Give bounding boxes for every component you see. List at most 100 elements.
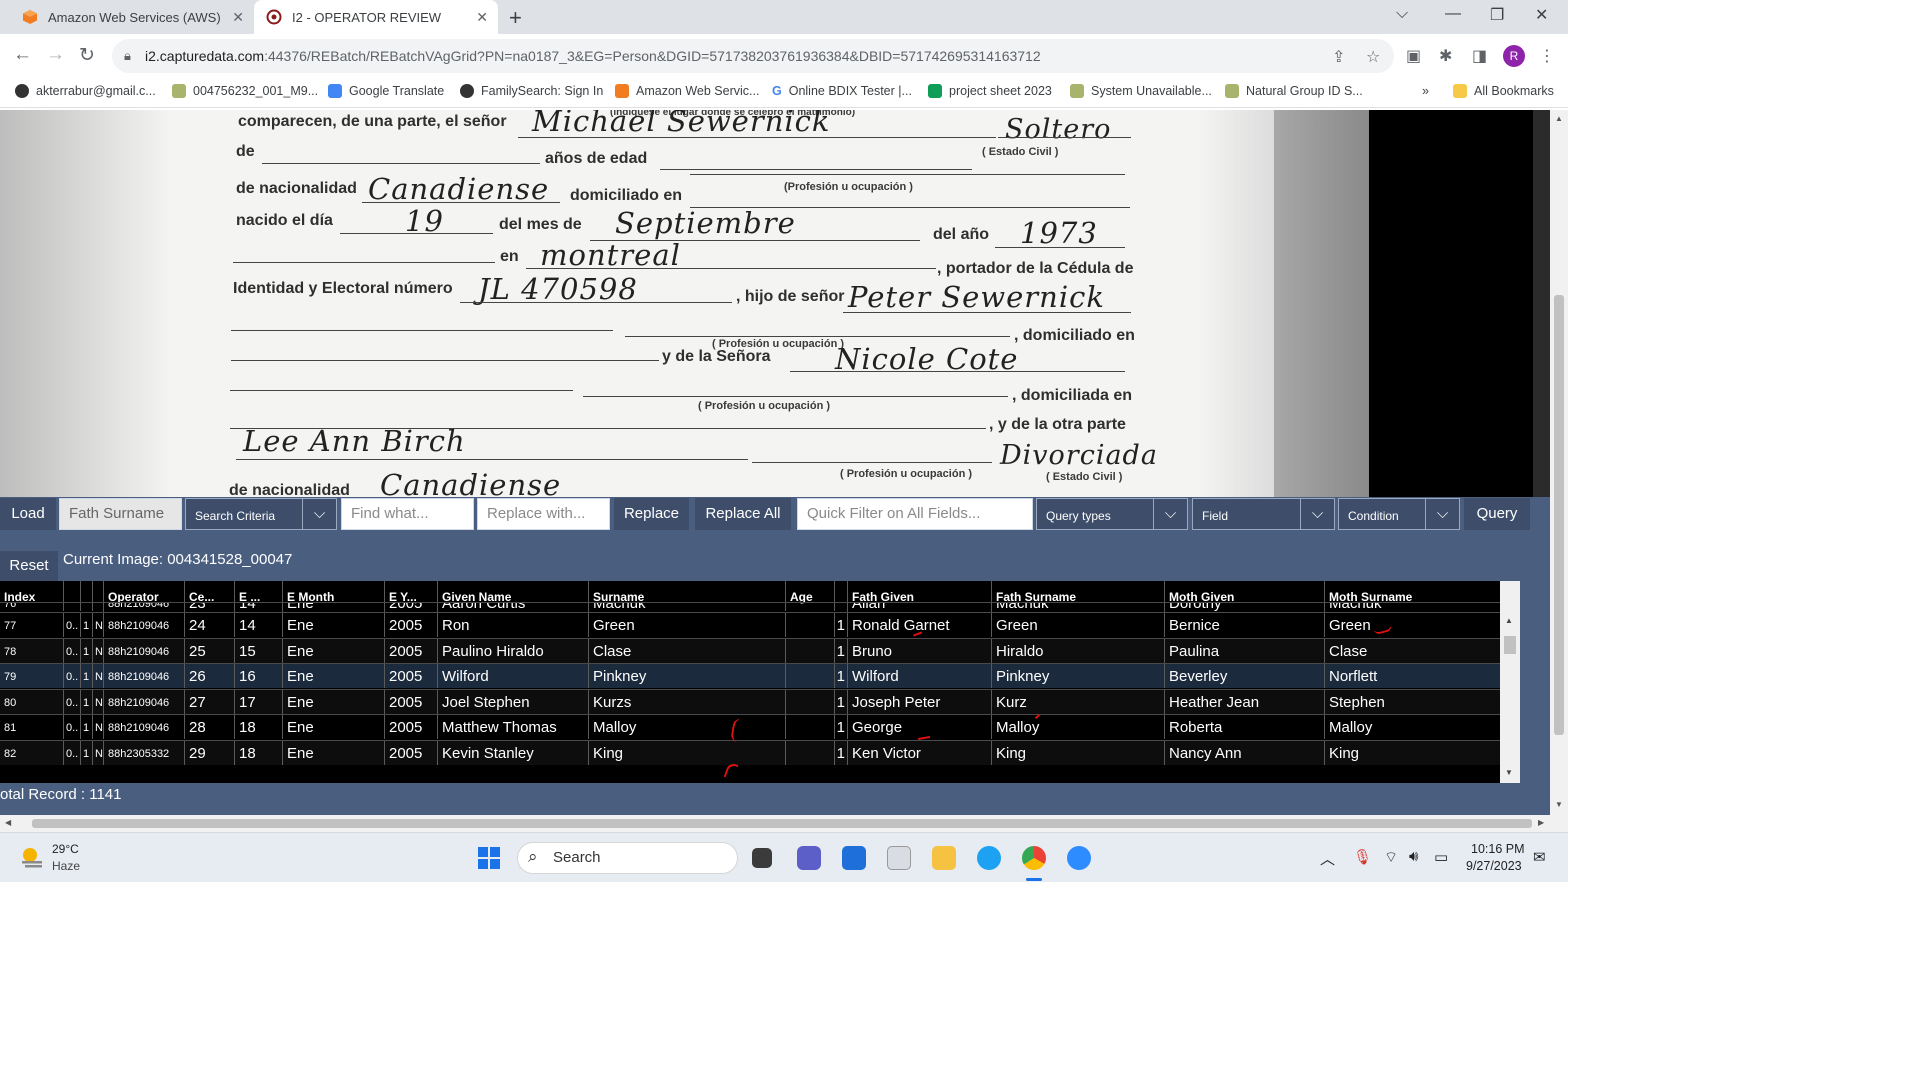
show-hidden-icons-chevron-icon[interactable]: ︿ — [1320, 848, 1335, 869]
cell-moth-surname[interactable]: Norflett — [1324, 664, 1488, 688]
cell-age[interactable] — [785, 689, 834, 714]
cell-col-c[interactable]: N — [92, 740, 103, 765]
cell-e-month[interactable]: Ene — [282, 664, 384, 688]
cell-moth-given[interactable]: Beverley — [1164, 664, 1324, 688]
close-tab-icon[interactable]: ✕ — [232, 9, 244, 26]
mail-icon[interactable] — [842, 846, 866, 870]
scroll-left-arrow-icon[interactable]: ◀ — [5, 818, 11, 827]
minimize-icon[interactable]: — — [1445, 5, 1461, 23]
back-arrow-icon[interactable]: ← — [13, 44, 32, 66]
table-row[interactable]: 80 0.. 1 N 88h2109046 27 17 Ene 2005 Joel Stephen… — [0, 688, 1500, 714]
cell-given-name[interactable]: Ron — [437, 613, 588, 637]
cell-surname[interactable]: King — [588, 740, 785, 765]
cell-col-a[interactable]: 0.. — [63, 715, 80, 739]
bookmark-item[interactable]: akterrabur@gmail.c... — [15, 84, 156, 98]
cell-moth-given[interactable]: Bernice — [1164, 613, 1324, 637]
bookmark-item[interactable]: Natural Group ID S... — [1225, 84, 1363, 98]
clock-time[interactable]: 10:16 PM — [1471, 842, 1525, 856]
cell-col-a[interactable]: 0.. — [63, 638, 80, 663]
cell-ce[interactable]: 28 — [184, 715, 234, 739]
more-bookmarks-chevron-icon[interactable]: » — [1422, 84, 1429, 98]
cell-col-a[interactable]: 0.. — [63, 613, 80, 637]
cell-flag[interactable]: 1 — [834, 664, 847, 688]
cell-surname[interactable]: Kurzs — [588, 689, 785, 714]
query-types-dropdown[interactable]: Query types ⌵ — [1036, 498, 1188, 530]
cell-e-month[interactable]: Ene — [282, 715, 384, 739]
bookmark-item[interactable]: FamilySearch: Sign In — [460, 84, 603, 98]
cell-moth-given[interactable]: Nancy Ann — [1164, 740, 1324, 765]
cell-index[interactable]: 79 — [0, 664, 63, 688]
tab-operator-review[interactable]: I2 - OPERATOR REVIEW ✕ — [254, 0, 498, 34]
bookmark-item[interactable]: Amazon Web Servic... — [615, 84, 759, 98]
cell-e-month[interactable]: Ene — [282, 613, 384, 637]
weather-haze-icon[interactable] — [18, 845, 46, 871]
cell-fath-given[interactable]: Bruno — [847, 638, 991, 663]
cell-e-day[interactable]: 18 — [234, 715, 282, 739]
share-icon[interactable]: ⇪ — [1332, 47, 1345, 67]
cell-col-b[interactable]: 1 — [80, 613, 92, 637]
cell-age[interactable] — [785, 613, 834, 637]
page-vertical-scrollbar[interactable]: ▲ ▼ — [1550, 110, 1568, 815]
scroll-right-arrow-icon[interactable]: ▶ — [1538, 818, 1544, 827]
cell-e-day[interactable]: 17 — [234, 689, 282, 714]
cell-e-year[interactable]: 2005 — [384, 664, 437, 688]
cell-ce[interactable]: 26 — [184, 664, 234, 688]
tab-search-chevron-icon[interactable]: ⌵ — [1396, 5, 1408, 23]
table-row[interactable]: 77 0.. 1 N 88h2109046 24 14 Ene 2005 Ron Green 1 Ron… — [0, 612, 1500, 637]
cell-e-month[interactable]: Ene — [282, 638, 384, 663]
cell-moth-surname[interactable]: Stephen — [1324, 689, 1488, 714]
cell-e-day[interactable]: 14 — [234, 613, 282, 637]
cell-e-day[interactable]: 18 — [234, 740, 282, 765]
cell-surname[interactable]: Green — [588, 613, 785, 637]
extension-app-icon[interactable]: ▣ — [1406, 46, 1421, 66]
condition-dropdown[interactable]: Condition ⌵ — [1338, 498, 1460, 530]
cell-index[interactable]: 80 — [0, 690, 63, 714]
all-bookmarks[interactable]: All Bookmarks — [1453, 84, 1554, 98]
cell-fath-surname[interactable]: Malloy — [991, 715, 1164, 739]
cell-surname[interactable]: Malloy — [588, 715, 785, 739]
bookmark-item[interactable]: Google Translate — [328, 84, 444, 98]
cell-surname[interactable]: Pinkney — [588, 664, 785, 688]
chrome-browser-icon[interactable] — [1022, 846, 1046, 870]
table-row[interactable]: 82 0.. 1 N 88h2305332 29 18 Ene 2005 Kevin Stanle… — [0, 739, 1500, 765]
app-icon[interactable] — [887, 846, 911, 870]
file-explorer-folder-icon[interactable] — [932, 846, 956, 870]
cell-moth-surname[interactable]: King — [1324, 740, 1488, 765]
cell-moth-given[interactable]: Roberta — [1164, 715, 1324, 739]
cell-age[interactable] — [785, 638, 834, 663]
cell-fath-surname[interactable]: Green — [991, 613, 1164, 637]
cell-flag[interactable]: 1 — [834, 638, 847, 663]
cell-age[interactable] — [785, 740, 834, 765]
query-button[interactable]: Query — [1464, 498, 1530, 530]
cell-moth-surname[interactable]: Malloy — [1324, 715, 1488, 739]
reset-button[interactable]: Reset — [0, 551, 58, 581]
cell-fath-given[interactable]: Ken Victor — [847, 740, 991, 765]
cell-operator[interactable]: 88h2305332 — [103, 740, 184, 765]
table-row[interactable]: 76 88h2109046 23 14 Ene 2005 Aaron Curti… — [0, 602, 1500, 612]
restore-icon[interactable]: ❐ — [1490, 5, 1504, 25]
table-row[interactable]: 79 0.. 1 N 88h2109046 26 16 Ene 2005 Wilford Pinkn… — [0, 663, 1500, 688]
cell-fath-surname[interactable]: Kurz — [991, 689, 1164, 714]
quick-filter-input[interactable]: Quick Filter on All Fields... — [797, 498, 1033, 530]
cell-e-year[interactable]: 2005 — [384, 715, 437, 739]
find-what-input[interactable]: Find what... — [341, 498, 474, 530]
reload-icon[interactable]: ↻ — [79, 44, 95, 67]
cell-col-c[interactable]: N — [92, 715, 103, 739]
wifi-icon[interactable]: ⌔ — [1384, 848, 1398, 867]
records-grid[interactable]: Index Operator Ce... E ... E Month E Y..… — [0, 581, 1520, 783]
cell-e-day[interactable]: 16 — [234, 664, 282, 688]
extensions-puzzle-icon[interactable]: ✱ — [1439, 46, 1452, 66]
edge-browser-icon[interactable] — [977, 846, 1001, 870]
notification-bell-icon[interactable]: ✉ — [1533, 848, 1546, 866]
clock-date[interactable]: 9/27/2023 — [1466, 859, 1522, 873]
zoom-app-icon[interactable] — [1067, 846, 1091, 870]
cell-e-year[interactable]: 2005 — [384, 613, 437, 637]
cell-moth-given[interactable]: Heather Jean — [1164, 689, 1324, 714]
browser-menu-icon[interactable]: ⋮ — [1539, 46, 1555, 66]
cell-col-b[interactable]: 1 — [80, 638, 92, 663]
scrollbar-thumb[interactable] — [1504, 636, 1516, 654]
cell-moth-surname[interactable]: Clase — [1324, 638, 1488, 663]
cell-surname[interactable]: Clase — [588, 638, 785, 663]
scrollbar-thumb[interactable] — [1554, 295, 1564, 735]
cell-col-b[interactable]: 1 — [80, 664, 92, 688]
